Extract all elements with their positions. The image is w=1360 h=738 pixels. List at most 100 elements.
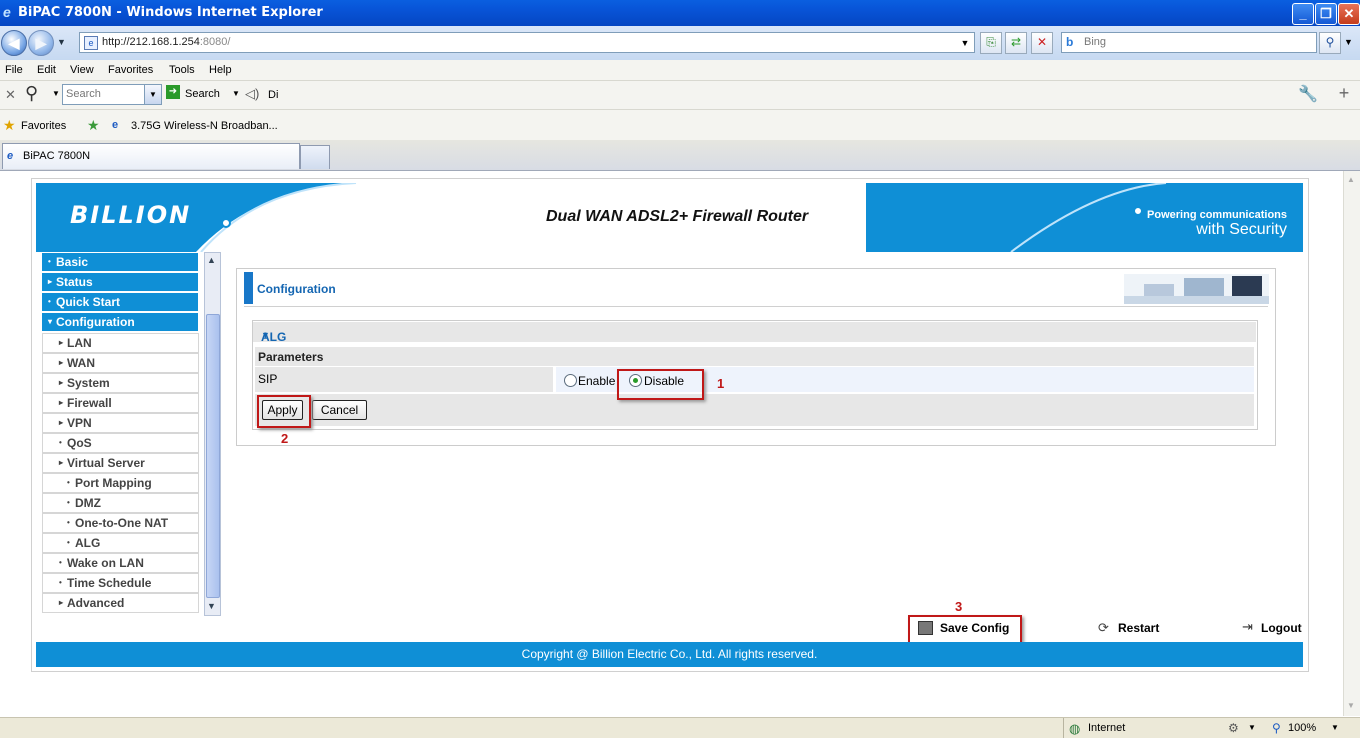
menu-favorites[interactable]: Favorites xyxy=(108,64,153,76)
add-toolbar-icon[interactable]: + xyxy=(1334,83,1354,103)
sidebar-item-time-schedule[interactable]: • Time Schedule xyxy=(42,573,199,593)
add-favorite-icon[interactable]: ★ xyxy=(87,117,100,134)
zoom-dropdown-icon[interactable]: ▼ xyxy=(1331,723,1339,732)
menu-tools[interactable]: Tools xyxy=(169,64,195,76)
stop-icon[interactable]: ✕ xyxy=(1031,32,1053,54)
save-config-link[interactable]: Save Config xyxy=(940,621,1009,635)
logout-icon[interactable]: ⇥ xyxy=(1242,619,1253,635)
sidebar-item-vpn[interactable]: ▸ VPN xyxy=(42,413,199,433)
sidebar-item-label: DMZ xyxy=(75,496,101,510)
restore-button[interactable]: ❐ xyxy=(1315,3,1337,25)
forward-button[interactable]: ▶ xyxy=(28,30,54,56)
nav-marker-icon: • xyxy=(48,257,51,266)
scroll-down-icon[interactable]: ▼ xyxy=(1347,701,1355,710)
favorite-link[interactable]: 3.75G Wireless-N Broadban... xyxy=(131,120,278,132)
magnifier-icon[interactable]: ⚲ xyxy=(25,83,38,104)
search-arrow-icon[interactable]: ➜ xyxy=(166,85,180,99)
address-url: http://212.168.1.254:8080/ xyxy=(102,36,230,48)
zoom-icon[interactable]: ⚲ xyxy=(1272,721,1281,735)
sidebar-item-dmz[interactable]: • DMZ xyxy=(42,493,199,513)
sidebar-item-status[interactable]: ▸ Status xyxy=(42,273,198,293)
sidebar-item-label: Port Mapping xyxy=(75,476,152,490)
toolbar-search-dropdown-icon[interactable]: ▼ xyxy=(232,89,240,98)
window-titlebar: e BiPAC 7800N - Windows Internet Explore… xyxy=(0,0,1360,26)
router-title: Dual WAN ADSL2+ Firewall Router xyxy=(546,208,809,225)
sidebar-item-alg[interactable]: • ALG xyxy=(42,533,199,553)
nav-marker-icon: ▸ xyxy=(59,598,64,607)
protected-mode-icon[interactable]: ⚙ xyxy=(1228,721,1239,735)
url-host: http://212.168.1.254 xyxy=(102,36,200,48)
tab-active[interactable]: e BiPAC 7800N xyxy=(2,143,300,169)
toolbar-sound-icon[interactable]: ◁) xyxy=(245,86,259,102)
magnifier-dropdown-icon[interactable]: ▼ xyxy=(52,89,60,98)
sidebar-item-system[interactable]: ▸ System xyxy=(42,373,199,393)
nav-scroll-down-icon[interactable]: ▼ xyxy=(207,601,216,611)
sidebar-item-basic[interactable]: • Basic xyxy=(42,253,198,273)
bing-search-input[interactable]: b Bing xyxy=(1061,32,1317,53)
favorites-button[interactable]: Favorites xyxy=(21,120,66,132)
sidebar-item-qos[interactable]: • QoS xyxy=(42,433,199,453)
compatibility-icon[interactable]: ⎘ xyxy=(980,32,1002,54)
scroll-up-icon[interactable]: ▲ xyxy=(1347,175,1355,184)
sidebar-item-advanced[interactable]: ▸ Advanced xyxy=(42,593,199,613)
sidebar-item-virtual-server[interactable]: ▸ Virtual Server xyxy=(42,453,199,473)
sip-enable-radio[interactable] xyxy=(564,374,577,387)
search-go-icon[interactable]: ⚲ xyxy=(1319,32,1341,54)
sidebar-item-quick-start[interactable]: • Quick Start xyxy=(42,293,198,313)
toolbar-extra-label[interactable]: Di xyxy=(268,89,278,101)
toolbar-search-dropdown-arrow-icon[interactable]: ▼ xyxy=(144,85,161,104)
refresh-icon[interactable]: ⇄ xyxy=(1005,32,1027,54)
protected-mode-dropdown-icon[interactable]: ▼ xyxy=(1248,723,1256,732)
annotation-number-1: 1 xyxy=(717,376,725,391)
cancel-button[interactable]: Cancel xyxy=(312,400,367,420)
close-button[interactable]: ✕ xyxy=(1338,3,1360,25)
menu-help[interactable]: Help xyxy=(209,64,232,76)
menu-view[interactable]: View xyxy=(70,64,94,76)
new-tab-button[interactable] xyxy=(300,145,330,169)
back-button[interactable]: ◀ xyxy=(1,30,27,56)
toolbar-search-label[interactable]: Search xyxy=(185,88,220,100)
address-field[interactable]: e http://212.168.1.254:8080/ xyxy=(79,32,975,53)
sidebar-item-port-mapping[interactable]: • Port Mapping xyxy=(42,473,199,493)
title-accent-bar xyxy=(244,272,253,304)
sidebar-item-label: Time Schedule xyxy=(67,576,152,590)
restart-link[interactable]: Restart xyxy=(1118,621,1159,635)
nav-marker-icon: • xyxy=(67,498,70,507)
toolbar-close-icon[interactable]: ✕ xyxy=(5,87,16,103)
nav-scroll-up-icon[interactable]: ▲ xyxy=(207,255,216,265)
minimize-button[interactable]: _ xyxy=(1292,3,1314,25)
bing-placeholder: Bing xyxy=(1084,36,1107,48)
parameters-label: Parameters xyxy=(258,350,324,364)
sidebar-item-one-to-one-nat[interactable]: • One-to-One NAT xyxy=(42,513,199,533)
tagline-bottom: with Security xyxy=(1196,221,1287,238)
sip-enable-label[interactable]: Enable xyxy=(578,374,615,388)
tab-ie-icon: e xyxy=(7,150,14,162)
history-dropdown-icon[interactable]: ▼ xyxy=(57,37,66,47)
sidebar-item-label: ALG xyxy=(75,536,101,550)
search-toolbar: ✕ ⚲ ▼ ➜ Search ▼ ◁) Di 🔧 + xyxy=(0,81,1360,110)
sidebar-item-wan[interactable]: ▸ WAN xyxy=(42,353,199,373)
sidebar-item-wake-on-lan[interactable]: • Wake on LAN xyxy=(42,553,199,573)
nav-marker-icon: • xyxy=(59,438,62,447)
sidebar-item-lan[interactable]: ▸ LAN xyxy=(42,333,199,353)
page-scrollbar[interactable]: ▲ ▼ xyxy=(1343,171,1360,716)
wrench-icon[interactable]: 🔧 xyxy=(1298,84,1318,104)
alg-section-header[interactable]: ▼ ALG xyxy=(253,322,1256,344)
logout-link[interactable]: Logout xyxy=(1261,621,1302,635)
panel-title: Configuration xyxy=(257,282,336,296)
menu-edit[interactable]: Edit xyxy=(37,64,56,76)
floppy-disk-icon[interactable] xyxy=(918,621,933,635)
search-options-icon[interactable]: ▼ xyxy=(1344,37,1353,47)
toolbar-search-input[interactable]: Search ▼ xyxy=(62,84,162,105)
sidebar-item-configuration[interactable]: ▾ Configuration xyxy=(42,313,198,333)
address-dropdown-icon[interactable]: ▼ xyxy=(958,34,972,54)
menu-file[interactable]: File xyxy=(5,64,23,76)
office-banner-image xyxy=(1124,274,1269,304)
sidebar-item-label: Quick Start xyxy=(56,295,121,309)
zoom-level[interactable]: 100% xyxy=(1288,722,1316,734)
nav-scroll-thumb[interactable] xyxy=(206,314,220,598)
nav-marker-icon: • xyxy=(67,478,70,487)
sidebar-item-firewall[interactable]: ▸ Firewall xyxy=(42,393,199,413)
annotation-box-disable xyxy=(617,369,704,400)
restart-icon[interactable]: ⟳ xyxy=(1098,620,1109,636)
